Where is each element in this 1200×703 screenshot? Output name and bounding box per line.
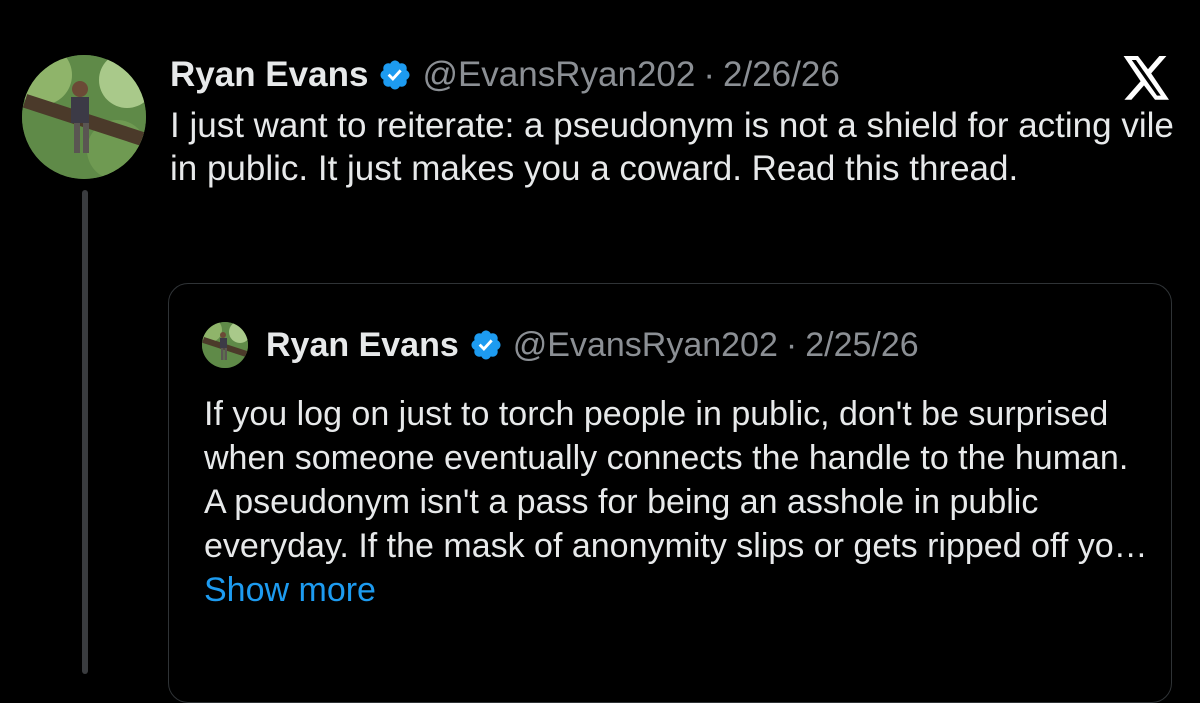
quoted-post-date: 2/25/26: [805, 325, 919, 364]
post-header: Ryan Evans @EvansRyan202 · 2/26/26: [170, 52, 840, 98]
post-text: I just want to reiterate: a pseudonym is…: [170, 106, 1174, 188]
post-date[interactable]: 2/26/26: [723, 55, 840, 95]
thread-connector-line: [82, 190, 88, 674]
x-logo-icon: [1123, 56, 1169, 100]
separator-dot: ·: [703, 55, 716, 94]
quoted-author-handle: @EvansRyan202: [512, 325, 778, 364]
avatar-photo: [22, 55, 146, 179]
quoted-author-avatar: [202, 322, 248, 368]
quoted-author-name: Ryan Evans: [266, 325, 459, 364]
quoted-avatar-photo: [202, 322, 248, 368]
show-more-link[interactable]: Show more: [204, 571, 376, 609]
separator-dot: ·: [785, 325, 798, 364]
author-name[interactable]: Ryan Evans: [170, 55, 368, 95]
author-avatar[interactable]: [22, 55, 146, 179]
author-handle[interactable]: @EvansRyan202: [422, 55, 695, 95]
quoted-post-text: If you log on just to torch people in pu…: [204, 392, 1154, 612]
quoted-post-header: Ryan Evans @EvansRyan202 · 2/25/26: [266, 322, 919, 368]
quoted-post-body: If you log on just to torch people in pu…: [204, 395, 1148, 565]
verified-badge-icon: [471, 330, 501, 360]
verified-badge-icon: [380, 60, 410, 90]
